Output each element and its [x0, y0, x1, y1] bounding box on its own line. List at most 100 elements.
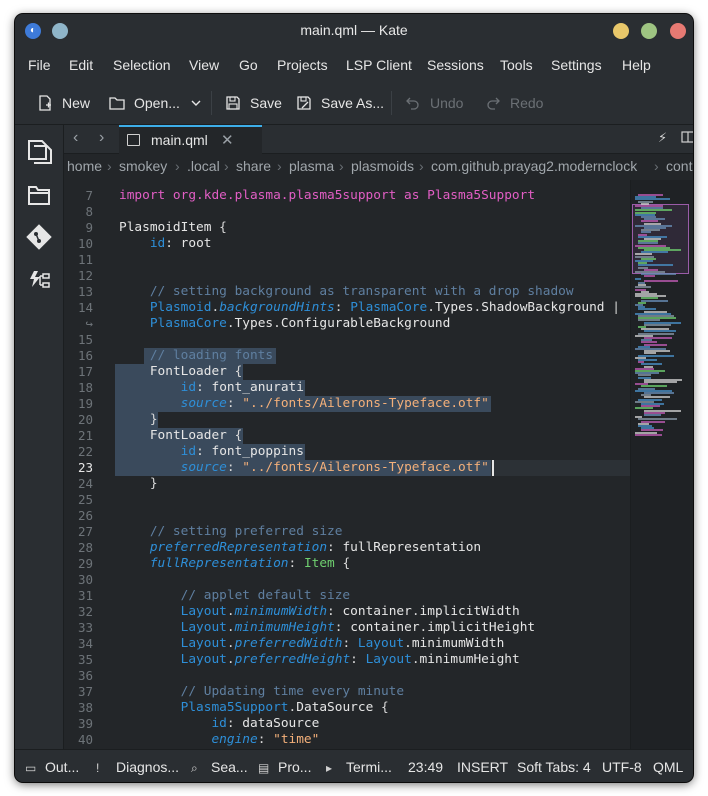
- open-button[interactable]: Open...: [108, 93, 180, 113]
- breadcrumb-item[interactable]: share: [236, 158, 271, 174]
- code-line[interactable]: Plasma5Support.DataSource {: [119, 700, 389, 716]
- minimize-button[interactable]: [613, 23, 629, 39]
- code-line[interactable]: FontLoader {: [119, 364, 242, 380]
- menu-go[interactable]: Go: [239, 57, 258, 73]
- menu-selection[interactable]: Selection: [113, 57, 171, 73]
- undo-button[interactable]: Undo: [404, 93, 463, 113]
- code-line[interactable]: Layout.preferredHeight: Layout.minimumHe…: [119, 652, 520, 668]
- back-arrow-icon[interactable]: ‹: [73, 129, 78, 147]
- line-number: 25: [77, 492, 93, 507]
- quick-open-icon[interactable]: ⚡: [658, 130, 667, 146]
- output-panel-button[interactable]: ▭ Out...: [25, 759, 79, 775]
- save-as-button[interactable]: Save As...: [295, 93, 384, 113]
- breadcrumb-item[interactable]: .local: [187, 158, 220, 174]
- code-line[interactable]: }: [119, 476, 158, 492]
- code-line[interactable]: // loading fonts: [119, 348, 273, 364]
- new-button[interactable]: New: [36, 93, 90, 113]
- menu-sessions[interactable]: Sessions: [427, 57, 484, 73]
- diagnostics-icon: !: [96, 761, 100, 775]
- tab-bar: ‹ › main.qml ✕ ⚡: [64, 125, 693, 154]
- code-line[interactable]: Layout.minimumHeight: container.implicit…: [119, 620, 535, 636]
- terminal-panel-button[interactable]: ▸ Termi...: [326, 759, 392, 775]
- menu-file[interactable]: File: [28, 57, 51, 73]
- line-number: 37: [77, 684, 93, 699]
- breadcrumb-item[interactable]: plasma: [289, 158, 334, 174]
- breadcrumb-item[interactable]: home: [67, 158, 102, 174]
- search-panel-button[interactable]: ⌕ Sea...: [191, 759, 248, 776]
- line-number: 18: [77, 380, 93, 395]
- close-window-button[interactable]: [670, 23, 686, 39]
- documents-icon[interactable]: [25, 137, 53, 165]
- symbols-outline-icon[interactable]: [25, 267, 53, 295]
- breadcrumb-separator: ›: [654, 158, 659, 174]
- maximize-button[interactable]: [641, 23, 657, 39]
- output-label: Out...: [45, 759, 80, 775]
- split-view-icon[interactable]: [681, 130, 693, 147]
- cursor-position[interactable]: 23:49: [408, 759, 443, 775]
- toolbar-separator: [391, 91, 392, 115]
- redo-button[interactable]: Redo: [484, 93, 543, 113]
- line-number: 14: [77, 300, 93, 315]
- language-mode[interactable]: QML: [653, 759, 683, 775]
- code-line[interactable]: Layout.preferredWidth: Layout.minimumWid…: [119, 636, 505, 652]
- code-line[interactable]: // setting preferred size: [119, 524, 343, 540]
- output-icon: ▭: [25, 761, 37, 775]
- projects-icon: ▤: [258, 761, 270, 775]
- git-icon[interactable]: [25, 223, 53, 251]
- code-line[interactable]: source: "../fonts/Ailerons-Typeface.otf": [119, 396, 489, 412]
- close-tab-icon[interactable]: ✕: [221, 131, 234, 149]
- menu-edit[interactable]: Edit: [69, 57, 93, 73]
- code-line[interactable]: // setting background as transparent wit…: [119, 284, 574, 300]
- minimap[interactable]: [630, 180, 693, 749]
- code-line[interactable]: import org.kde.plasma.plasma5support as …: [119, 188, 535, 204]
- minimap-line: [644, 275, 655, 278]
- code-line[interactable]: }: [119, 412, 158, 428]
- breadcrumb-item[interactable]: com.github.prayag2.modernclock: [431, 158, 637, 174]
- menu-help[interactable]: Help: [622, 57, 651, 73]
- breadcrumb-item[interactable]: plasmoids: [351, 158, 414, 174]
- diagnostics-label: Diagnos...: [116, 759, 180, 775]
- line-number: 22: [77, 444, 93, 459]
- input-mode[interactable]: INSERT: [457, 759, 508, 775]
- filesystem-browser-icon[interactable]: [25, 181, 53, 209]
- menu-bar: File Edit Selection View Go Projects LSP…: [15, 47, 693, 81]
- breadcrumb-item[interactable]: smokey: [119, 158, 167, 174]
- menu-settings[interactable]: Settings: [551, 57, 602, 73]
- menu-tools[interactable]: Tools: [500, 57, 533, 73]
- code-line[interactable]: // Updating time every minute: [119, 684, 404, 700]
- code-editor[interactable]: 7 8 9 10 11 12 13 14 ↪ 15 16 17 18 19 20 21 22 23 24 25 26 27…: [64, 180, 630, 749]
- forward-arrow-icon[interactable]: ›: [99, 129, 104, 147]
- tab-main-qml[interactable]: main.qml ✕: [119, 125, 262, 154]
- code-line[interactable]: PlasmaCore.Types.ConfigurableBackground: [119, 316, 451, 332]
- code-line[interactable]: id: root: [119, 236, 212, 252]
- menu-view[interactable]: View: [189, 57, 219, 73]
- projects-label: Pro...: [278, 759, 312, 775]
- code-line[interactable]: Layout.minimumWidth: container.implicitW…: [119, 604, 520, 620]
- projects-panel-button[interactable]: ▤ Pro...: [258, 759, 311, 775]
- code-line[interactable]: Plasmoid.backgroundHints: PlasmaCore.Typ…: [119, 300, 620, 316]
- code-line[interactable]: fullRepresentation: Item {: [119, 556, 350, 572]
- open-recent-dropdown[interactable]: [187, 93, 213, 113]
- code-line[interactable]: FontLoader {: [119, 428, 242, 444]
- code-line[interactable]: engine: "time": [119, 732, 319, 748]
- code-line[interactable]: preferredRepresentation: fullRepresentat…: [119, 540, 481, 556]
- code-line[interactable]: id: font_anurati: [119, 380, 304, 396]
- breadcrumb-separator: ›: [419, 158, 424, 174]
- indentation-setting[interactable]: Soft Tabs: 4: [517, 759, 591, 775]
- code-area[interactable]: import org.kde.plasma.plasma5support as …: [115, 180, 630, 749]
- diagnostics-panel-button[interactable]: ! Diagnos...: [96, 759, 179, 775]
- line-number: 27: [77, 524, 93, 539]
- encoding-setting[interactable]: UTF-8: [602, 759, 642, 775]
- code-line[interactable]: source: "../fonts/Ailerons-Typeface.otf": [119, 460, 489, 476]
- menu-lsp-client[interactable]: LSP Client: [346, 57, 412, 73]
- code-line[interactable]: id: font_poppins: [119, 444, 304, 460]
- save-button[interactable]: Save: [224, 93, 282, 113]
- line-number: 24: [77, 476, 93, 491]
- code-line[interactable]: // applet default size: [119, 588, 351, 604]
- undo-icon: [404, 94, 422, 112]
- line-number: 11: [77, 252, 93, 267]
- menu-projects[interactable]: Projects: [277, 57, 328, 73]
- code-line[interactable]: id: dataSource: [119, 716, 319, 732]
- breadcrumb-item[interactable]: conter: [666, 158, 693, 174]
- code-line[interactable]: PlasmoidItem {: [119, 220, 227, 236]
